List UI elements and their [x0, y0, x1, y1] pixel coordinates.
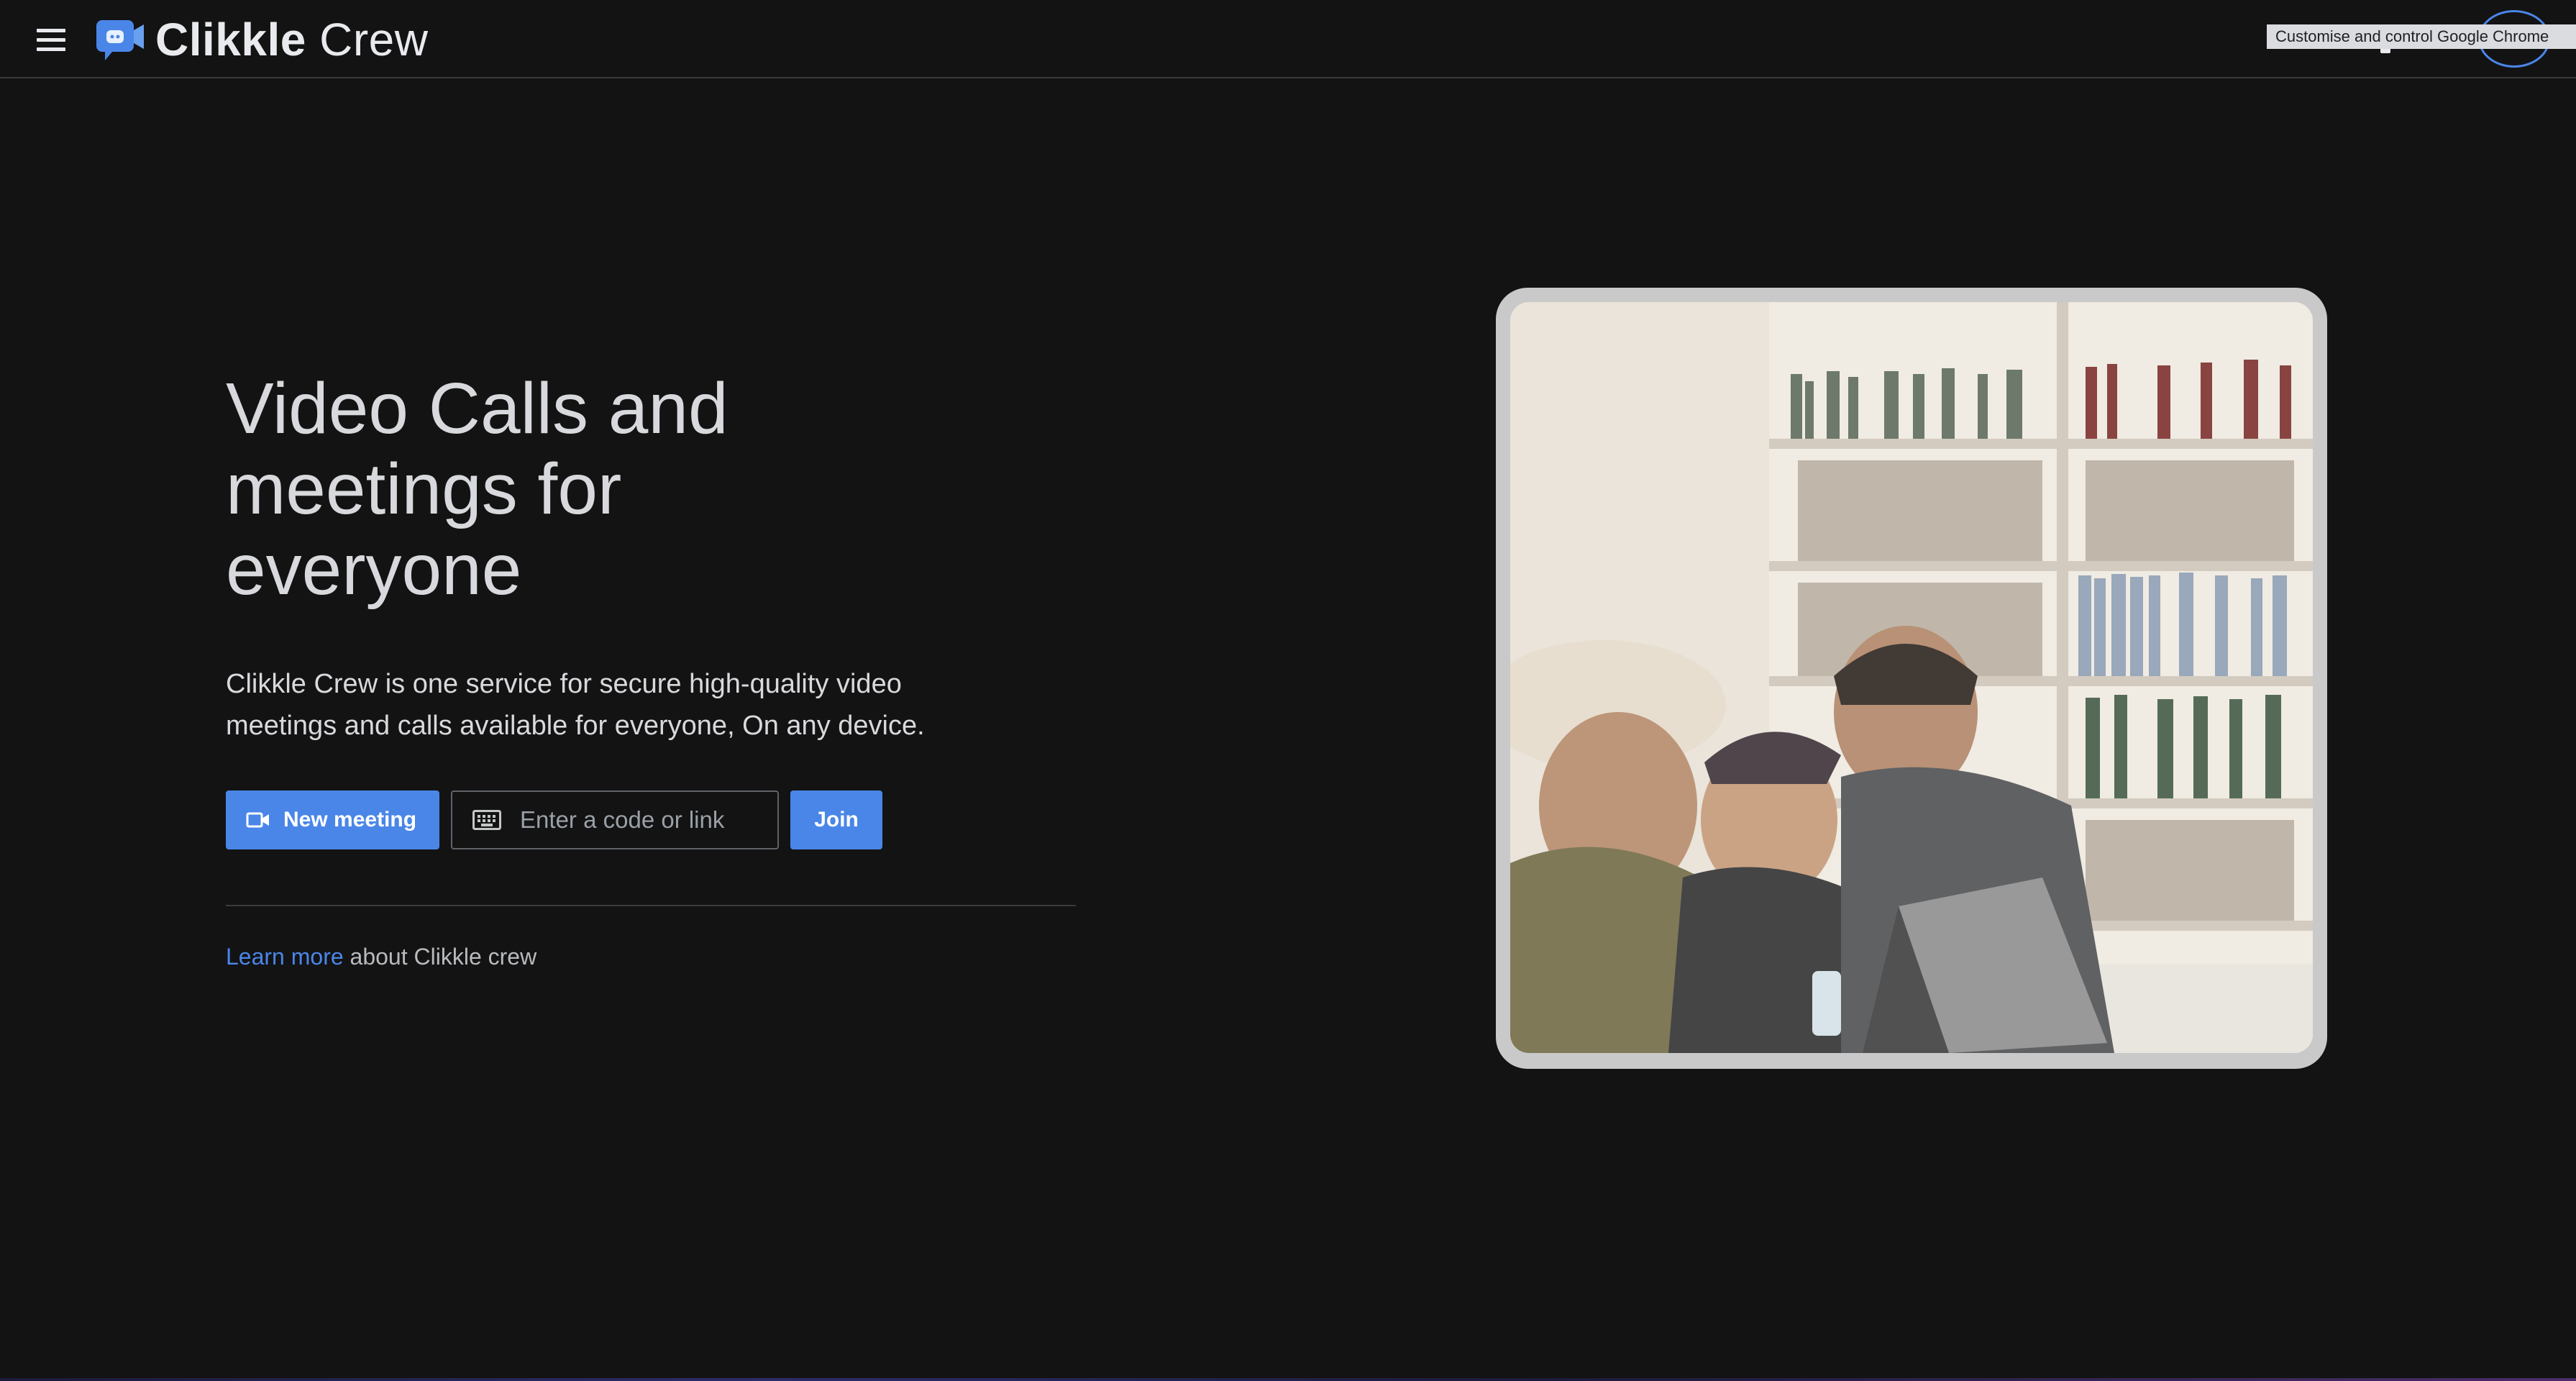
hamburger-menu-icon[interactable]	[32, 22, 70, 58]
learn-more-link[interactable]: Learn more	[226, 944, 344, 970]
learn-more-rest: about Clikkle crew	[343, 944, 537, 970]
hero-image-frame	[1496, 288, 2327, 1069]
learn-more-text: Learn more about Clikkle crew	[226, 944, 536, 970]
top-app-bar: Clikkle Crew Customise and control Googl…	[0, 0, 2576, 78]
bottom-accent-line	[0, 1378, 2576, 1381]
chat-camera-logo-icon	[96, 20, 144, 60]
join-button[interactable]: Join	[790, 790, 883, 849]
hero-photo	[1510, 302, 2313, 1053]
meeting-actions: New meeting Join	[226, 790, 883, 850]
new-meeting-label: New meeting	[283, 808, 417, 831]
keyboard-icon	[472, 810, 502, 830]
brand-logo[interactable]: Clikkle Crew	[96, 13, 428, 66]
app-title: Clikkle Crew	[155, 13, 428, 66]
meeting-code-field[interactable]	[451, 790, 780, 849]
people-at-laptop-illustration	[1510, 302, 2313, 1053]
chrome-menu-tooltip: Customise and control Google Chrome	[2267, 24, 2576, 49]
app-title-bold: Clikkle	[155, 14, 306, 65]
app-title-light: Crew	[319, 14, 429, 65]
video-camera-icon	[246, 812, 269, 828]
meeting-code-input[interactable]	[519, 806, 749, 834]
section-divider	[226, 905, 1076, 906]
hero-title: Video Calls and meetings for everyone	[226, 368, 729, 610]
hero-subtitle: Clikkle Crew is one service for secure h…	[226, 669, 925, 741]
new-meeting-button[interactable]: New meeting	[226, 790, 440, 849]
